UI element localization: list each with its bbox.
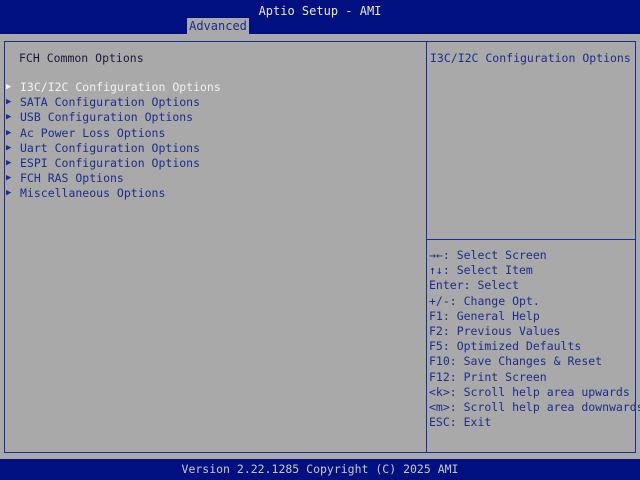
key-hint-select-item: ↑↓: Select Item <box>429 263 533 278</box>
menu-item-fch-ras[interactable]: ▶ FCH RAS Options <box>5 171 425 186</box>
app-title: Aptio Setup - AMI <box>258 4 382 18</box>
right-triangle-icon: ▶ <box>6 157 12 168</box>
right-triangle-icon: ▶ <box>6 188 12 199</box>
key-hint-exit: ESC: Exit <box>429 415 492 430</box>
right-triangle-icon: ▶ <box>6 97 12 108</box>
right-triangle-icon: ▶ <box>6 112 12 123</box>
key-hint-optimized-defaults: F5: Optimized Defaults <box>429 339 582 354</box>
menu-item-label: SATA Configuration Options <box>20 95 201 110</box>
menu-item-label: ESPI Configuration Options <box>20 155 201 170</box>
key-hint-change-opt: +/-: Change Opt. <box>429 293 540 308</box>
menu-item-label: I3C/I2C Configuration Options <box>20 80 221 94</box>
key-hint-previous-values: F2: Previous Values <box>429 323 561 338</box>
menu-item-ac-power-loss[interactable]: ▶ Ac Power Loss Options <box>5 126 425 141</box>
version-text: Version 2.22.1285 Copyright (C) 2025 AMI <box>181 462 459 476</box>
menu-item-sata-configuration[interactable]: ▶ SATA Configuration Options <box>5 95 425 110</box>
right-triangle-icon: ▶ <box>6 142 12 153</box>
help-divider <box>427 239 635 240</box>
key-hint-scroll-down: <m>: Scroll help area downwards <box>429 399 640 414</box>
options-menu: ▶ I3C/I2C Configuration Options ▶ SATA C… <box>5 80 425 202</box>
menu-item-espi-configuration[interactable]: ▶ ESPI Configuration Options <box>5 156 425 171</box>
key-hint-print-screen: F12: Print Screen <box>429 369 547 384</box>
menu-item-label: Miscellaneous Options <box>20 186 166 201</box>
menu-item-label: USB Configuration Options <box>20 110 194 125</box>
menu-item-label: Uart Configuration Options <box>20 140 201 155</box>
key-hint-save-reset: F10: Save Changes & Reset <box>429 354 603 369</box>
key-hint-enter: Enter: Select <box>429 278 520 293</box>
tab-advanced[interactable]: Advanced <box>187 18 249 34</box>
key-hint-select-screen: →←: Select Screen <box>429 248 547 262</box>
right-triangle-icon: ▶ <box>6 127 12 138</box>
key-hint-scroll-up: <k>: Scroll help area upwards <box>429 384 630 399</box>
menu-item-label: Ac Power Loss Options <box>20 125 166 140</box>
menu-item-miscellaneous[interactable]: ▶ Miscellaneous Options <box>5 186 425 201</box>
right-triangle-icon: ▶ <box>6 173 12 184</box>
help-description: I3C/I2C Configuration Options <box>430 51 631 65</box>
menu-item-usb-configuration[interactable]: ▶ USB Configuration Options <box>5 110 425 125</box>
menu-item-label: FCH RAS Options <box>20 171 124 186</box>
menu-item-uart-configuration[interactable]: ▶ Uart Configuration Options <box>5 141 425 156</box>
section-title: FCH Common Options <box>19 51 144 65</box>
right-triangle-icon: ▶ <box>6 82 12 92</box>
key-legend: →←: Select Screen ↑↓: Select Item Enter:… <box>429 248 640 430</box>
menu-item-i3c-i2c-configuration[interactable]: ▶ I3C/I2C Configuration Options <box>5 80 425 95</box>
key-hint-general-help: F1: General Help <box>429 308 540 323</box>
